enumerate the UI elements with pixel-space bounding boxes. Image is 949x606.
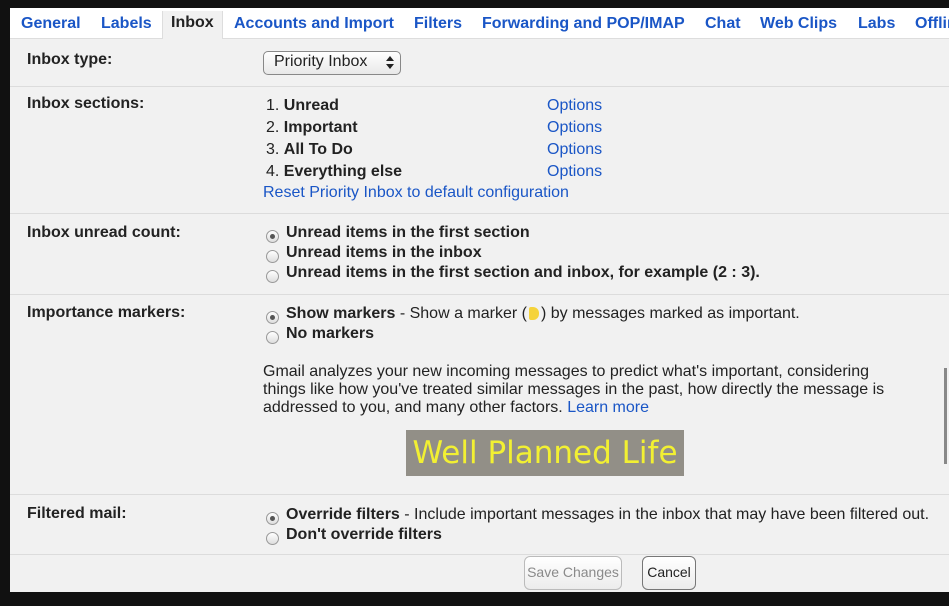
- screen-bottom-bar: [0, 592, 949, 606]
- divider: [10, 554, 949, 555]
- learn-more-link[interactable]: Learn more: [567, 399, 649, 416]
- importance-marker-icon: [528, 307, 539, 320]
- section-item: 3. All To Do: [266, 141, 353, 159]
- dont-override-filters-label[interactable]: Don't override filters: [286, 526, 442, 544]
- section-number: 3.: [266, 141, 280, 158]
- override-filters-desc: - Include important messages in the inbo…: [399, 506, 930, 523]
- override-filters-title: Override filters: [286, 506, 400, 523]
- save-changes-button[interactable]: Save Changes: [524, 556, 622, 590]
- importance-description: Gmail analyzes your new incoming message…: [263, 363, 903, 417]
- section-options-link[interactable]: Options: [547, 119, 602, 137]
- section-options-link[interactable]: Options: [547, 141, 602, 159]
- override-filters-radio[interactable]: [266, 512, 279, 525]
- inbox-type-label: Inbox type:: [27, 51, 113, 68]
- unread-first-section-radio[interactable]: [266, 230, 279, 243]
- unread-section-and-inbox-radio[interactable]: [266, 270, 279, 283]
- section-name: Important: [283, 119, 358, 136]
- divider: [10, 86, 949, 87]
- section-item: 2. Important: [266, 119, 358, 137]
- cancel-button[interactable]: Cancel: [642, 556, 696, 590]
- dont-override-filters-radio[interactable]: [266, 532, 279, 545]
- show-markers-option[interactable]: Show markers - Show a marker ( ) by messa…: [286, 305, 800, 323]
- unread-section-and-inbox-label[interactable]: Unread items in the first section and in…: [286, 264, 760, 282]
- inbox-unread-count-label: Inbox unread count:: [27, 224, 181, 241]
- show-markers-desc-after: ) by messages marked as important.: [540, 305, 800, 322]
- section-item: 4. Everything else: [266, 163, 402, 181]
- unread-inbox-label[interactable]: Unread items in the inbox: [286, 244, 482, 262]
- section-number: 4.: [266, 163, 280, 180]
- section-options-link[interactable]: Options: [547, 163, 602, 181]
- inbox-type-select[interactable]: Priority Inbox: [263, 51, 401, 75]
- reset-priority-inbox-link[interactable]: Reset Priority Inbox to default configur…: [263, 184, 569, 202]
- section-options-link[interactable]: Options: [547, 97, 602, 115]
- select-arrows-icon: [386, 55, 394, 71]
- show-markers-radio[interactable]: [266, 311, 279, 324]
- divider: [10, 294, 949, 295]
- tab-inbox[interactable]: Inbox: [162, 11, 223, 39]
- inbox-sections-label: Inbox sections:: [27, 95, 145, 112]
- tab-labs[interactable]: Labs: [858, 12, 895, 38]
- section-name: Everything else: [283, 163, 403, 180]
- section-item: 1. Unread: [266, 97, 339, 115]
- unread-first-section-label[interactable]: Unread items in the first section: [286, 224, 530, 242]
- filtered-mail-label: Filtered mail:: [27, 505, 127, 522]
- section-number: 2.: [266, 119, 280, 136]
- no-markers-label[interactable]: No markers: [286, 325, 374, 343]
- unread-inbox-radio[interactable]: [266, 250, 279, 263]
- scrollbar-thumb[interactable]: [944, 368, 947, 464]
- override-filters-option[interactable]: Override filters - Include important mes…: [286, 506, 929, 524]
- importance-markers-label: Importance markers:: [27, 304, 186, 321]
- show-markers-desc-before: - Show a marker (: [395, 305, 527, 322]
- settings-panel: General Labels Inbox Accounts and Import…: [10, 8, 949, 592]
- tab-filters[interactable]: Filters: [414, 12, 462, 38]
- divider: [10, 494, 949, 495]
- tab-forwarding-pop-imap[interactable]: Forwarding and POP/IMAP: [482, 12, 685, 38]
- settings-tabs: General Labels Inbox Accounts and Import…: [10, 8, 949, 39]
- no-markers-radio[interactable]: [266, 331, 279, 344]
- section-name: All To Do: [283, 141, 353, 158]
- tab-accounts-and-import[interactable]: Accounts and Import: [234, 12, 394, 38]
- divider: [10, 213, 949, 214]
- inbox-type-value: Priority Inbox: [274, 53, 368, 70]
- tab-general[interactable]: General: [21, 12, 81, 38]
- watermark: Well Planned Life: [406, 430, 684, 476]
- tab-web-clips[interactable]: Web Clips: [760, 12, 837, 38]
- section-number: 1.: [266, 97, 280, 114]
- tab-offline[interactable]: Offline: [915, 12, 949, 38]
- section-name: Unread: [283, 97, 339, 114]
- tab-labels[interactable]: Labels: [101, 12, 152, 38]
- tab-chat[interactable]: Chat: [705, 12, 741, 38]
- show-markers-title: Show markers: [286, 305, 396, 322]
